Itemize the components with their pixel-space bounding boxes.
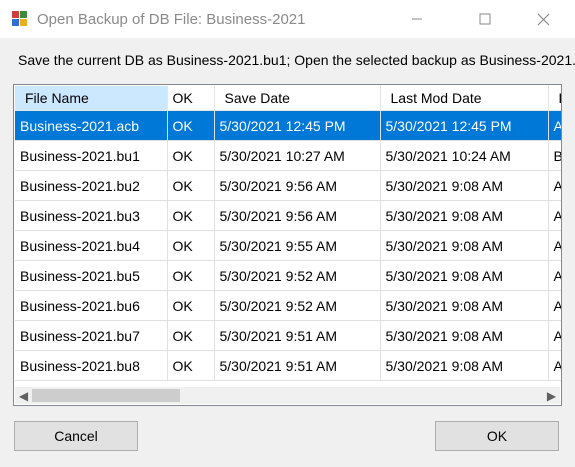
cell-save-date: 5/30/2021 9:56 AM [214, 170, 381, 201]
cell-save-date: 5/30/2021 9:51 AM [214, 350, 381, 381]
table-row[interactable]: Business-2021.bu4 OK 5/30/2021 9:55 AM 5/30… [15, 230, 561, 261]
cell-ok: OK [167, 290, 215, 321]
cell-ok: OK [167, 230, 215, 261]
cell-file-name: Business-2021.bu6 [15, 290, 168, 321]
cell-file-name: Business-2021.bu3 [15, 200, 168, 231]
close-icon [537, 13, 549, 25]
cell-truncated: B [548, 140, 561, 171]
instruction-text: Save the current DB as Business-2021.bu1… [18, 52, 575, 68]
table-row[interactable]: Business-2021.bu5 OK 5/30/2021 9:52 AM 5/30… [15, 260, 561, 291]
database-app-icon [11, 10, 28, 27]
column-header-file-name[interactable]: File Name [15, 86, 168, 111]
cell-file-name: Business-2021.bu8 [15, 350, 168, 381]
header-row: File Name OK Save Date Last Mod Date L [15, 86, 561, 111]
cell-file-name: Business-2021.bu1 [15, 140, 168, 171]
cell-ok: OK [167, 110, 215, 141]
minimize-icon [412, 18, 422, 20]
cell-last-mod-date: 5/30/2021 9:08 AM [380, 290, 549, 321]
cell-file-name: Business-2021.bu7 [15, 320, 168, 351]
cell-save-date: 5/30/2021 9:56 AM [214, 200, 381, 231]
cell-truncated: A [548, 260, 561, 291]
cell-save-date: 5/30/2021 9:55 AM [214, 230, 381, 261]
cell-last-mod-date: 5/30/2021 12:45 PM [380, 110, 549, 141]
cell-save-date: 5/30/2021 9:52 AM [214, 260, 381, 291]
cell-save-date: 5/30/2021 12:45 PM [214, 110, 381, 141]
column-header-truncated[interactable]: L [548, 86, 561, 111]
cell-last-mod-date: 5/30/2021 9:08 AM [380, 350, 549, 381]
backup-file-grid[interactable]: File Name OK Save Date Last Mod Date L B… [13, 84, 562, 406]
cell-truncated: A [548, 290, 561, 321]
table-row[interactable]: Business-2021.bu1 OK 5/30/2021 10:27 AM 5/3… [15, 140, 561, 171]
table-row[interactable]: Business-2021.bu8 OK 5/30/2021 9:51 AM 5/30… [15, 350, 561, 381]
cell-last-mod-date: 5/30/2021 9:08 AM [380, 260, 549, 291]
table-row[interactable]: Business-2021.acb OK 5/30/2021 12:45 PM 5/3… [15, 110, 561, 141]
cell-truncated: A [548, 320, 561, 351]
table-row[interactable]: Business-2021.bu6 OK 5/30/2021 9:52 AM 5/30… [15, 290, 561, 321]
table-row[interactable]: Business-2021.bu2 OK 5/30/2021 9:56 AM 5/30… [15, 170, 561, 201]
table-row[interactable]: Business-2021.bu3 OK 5/30/2021 9:56 AM 5/30… [15, 200, 561, 231]
cancel-button[interactable]: Cancel [14, 421, 138, 451]
horizontal-scrollbar[interactable]: ◀ ▶ [15, 387, 560, 404]
cell-ok: OK [167, 350, 215, 381]
cell-last-mod-date: 5/30/2021 9:08 AM [380, 200, 549, 231]
cell-ok: OK [167, 140, 215, 171]
column-header-ok[interactable]: OK [167, 86, 215, 111]
cell-truncated: A [548, 110, 561, 141]
maximize-button[interactable] [462, 0, 508, 38]
cell-truncated: A [548, 230, 561, 261]
cell-ok: OK [167, 200, 215, 231]
ok-button[interactable]: OK [435, 421, 559, 451]
cell-truncated: A [548, 200, 561, 231]
cell-save-date: 5/30/2021 9:51 AM [214, 320, 381, 351]
title-bar: Open Backup of DB File: Business-2021 [0, 0, 575, 38]
backup-table: File Name OK Save Date Last Mod Date L B… [15, 86, 561, 381]
cell-save-date: 5/30/2021 10:27 AM [214, 140, 381, 171]
column-header-save-date[interactable]: Save Date [214, 86, 381, 111]
cell-file-name: Business-2021.bu5 [15, 260, 168, 291]
cell-ok: OK [167, 320, 215, 351]
close-button[interactable] [520, 0, 566, 38]
window-title: Open Backup of DB File: Business-2021 [37, 11, 306, 28]
cell-truncated: A [548, 350, 561, 381]
scroll-right-icon[interactable]: ▶ [543, 387, 560, 404]
scroll-thumb[interactable] [32, 389, 180, 402]
table-row[interactable]: Business-2021.bu7 OK 5/30/2021 9:51 AM 5/30… [15, 320, 561, 351]
cell-last-mod-date: 5/30/2021 10:24 AM [380, 140, 549, 171]
cell-file-name: Business-2021.acb [15, 110, 168, 141]
cell-truncated: A [548, 170, 561, 201]
cell-last-mod-date: 5/30/2021 9:08 AM [380, 230, 549, 261]
cell-file-name: Business-2021.bu2 [15, 170, 168, 201]
cell-file-name: Business-2021.bu4 [15, 230, 168, 261]
scroll-left-icon[interactable]: ◀ [15, 387, 32, 404]
column-header-last-mod-date[interactable]: Last Mod Date [380, 86, 549, 111]
cell-ok: OK [167, 170, 215, 201]
maximize-icon [479, 13, 491, 25]
cell-ok: OK [167, 260, 215, 291]
minimize-button[interactable] [394, 0, 440, 38]
cell-last-mod-date: 5/30/2021 9:08 AM [380, 170, 549, 201]
cell-save-date: 5/30/2021 9:52 AM [214, 290, 381, 321]
cell-last-mod-date: 5/30/2021 9:08 AM [380, 320, 549, 351]
